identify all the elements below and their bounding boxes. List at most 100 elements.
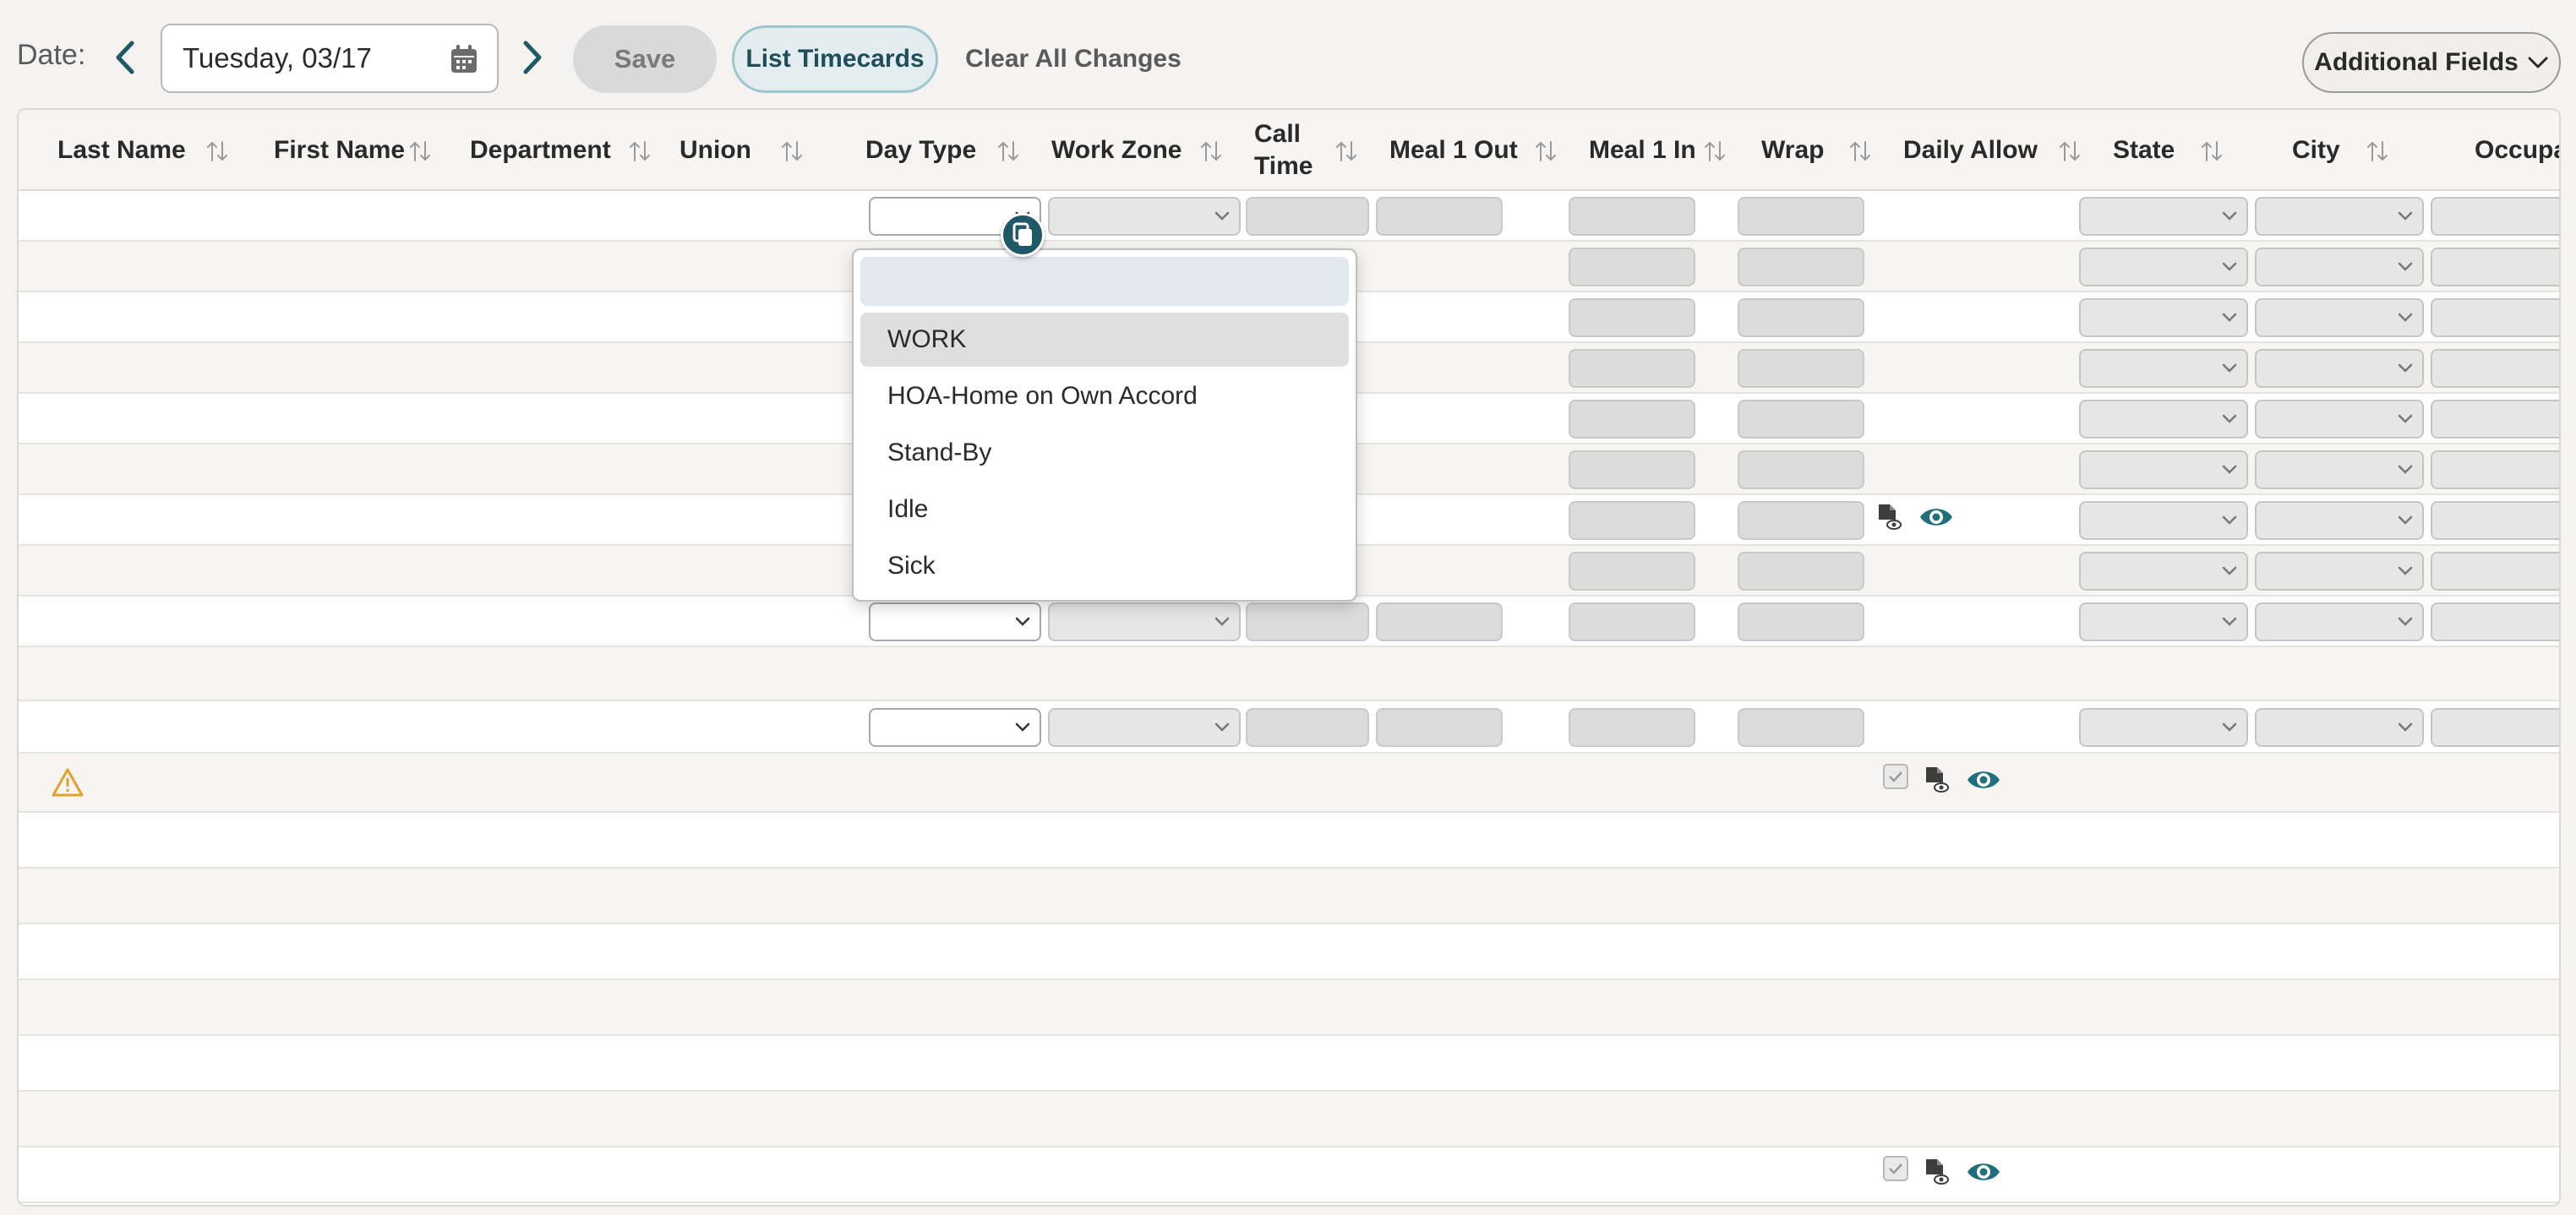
- call-time-field[interactable]: [1246, 602, 1369, 641]
- city-select[interactable]: [2255, 298, 2424, 337]
- column-header-union[interactable]: Union: [679, 110, 802, 191]
- eye-icon[interactable]: [1918, 503, 1954, 531]
- state-select[interactable]: [2079, 197, 2248, 236]
- wrap-field[interactable]: [1738, 400, 1864, 439]
- city-select[interactable]: [2255, 450, 2424, 489]
- wrap-field[interactable]: [1738, 349, 1864, 388]
- city-select[interactable]: [2255, 552, 2424, 591]
- occupation-select[interactable]: [2431, 450, 2559, 489]
- city-select[interactable]: [2255, 602, 2424, 641]
- occupation-select[interactable]: [2431, 349, 2559, 388]
- work-zone-select[interactable]: [1048, 197, 1241, 236]
- meal-1-in-field[interactable]: [1569, 298, 1695, 337]
- state-select[interactable]: [2079, 298, 2248, 337]
- state-select[interactable]: [2079, 248, 2248, 286]
- clear-all-changes-button[interactable]: Clear All Changes: [963, 25, 1183, 93]
- column-header-work-zone[interactable]: Work Zone: [1051, 110, 1221, 191]
- call-time-field[interactable]: [1246, 197, 1369, 236]
- occupation-select[interactable]: [2431, 298, 2559, 337]
- column-header-last-name[interactable]: Last Name: [57, 110, 227, 191]
- next-date-button[interactable]: [514, 34, 551, 81]
- state-select[interactable]: [2079, 400, 2248, 439]
- meal-1-in-field[interactable]: [1569, 400, 1695, 439]
- city-select[interactable]: [2255, 400, 2424, 439]
- occupation-select[interactable]: [2431, 501, 2559, 540]
- column-header-meal-1-in[interactable]: Meal 1 In: [1589, 110, 1725, 191]
- meal-1-in-field[interactable]: [1569, 349, 1695, 388]
- wrap-field[interactable]: [1738, 450, 1864, 489]
- city-select[interactable]: [2255, 708, 2424, 747]
- dropdown-option-blank[interactable]: [860, 257, 1349, 306]
- occupation-select[interactable]: [2431, 400, 2559, 439]
- wrap-field[interactable]: [1738, 501, 1864, 540]
- first-name-cell[interactable]: [242, 980, 428, 1034]
- previous-date-button[interactable]: [106, 34, 144, 81]
- city-select[interactable]: [2255, 501, 2424, 540]
- state-select[interactable]: [2079, 501, 2248, 540]
- meal-1-in-field[interactable]: [1569, 708, 1695, 747]
- day-type-select[interactable]: [869, 602, 1041, 641]
- meal-1-in-field[interactable]: [1569, 450, 1695, 489]
- occupation-select[interactable]: [2431, 248, 2559, 286]
- eye-icon[interactable]: [1966, 766, 2001, 794]
- meal-1-out-field[interactable]: [1376, 197, 1503, 236]
- dropdown-option-hoa-home-on-own-accord[interactable]: HOA-Home on Own Accord: [860, 369, 1349, 423]
- meal-1-in-field[interactable]: [1569, 248, 1695, 286]
- document-eye-icon[interactable]: [1924, 1158, 1949, 1186]
- state-select[interactable]: [2079, 552, 2248, 591]
- column-header-occupation[interactable]: Occupation: [2475, 110, 2559, 191]
- wrap-field[interactable]: [1738, 197, 1864, 236]
- dropdown-option-stand-by[interactable]: Stand-By: [860, 426, 1349, 480]
- daily-allow-checkbox[interactable]: [1883, 764, 1908, 789]
- save-button[interactable]: Save: [573, 25, 717, 93]
- column-header-wrap[interactable]: Wrap: [1761, 110, 1870, 191]
- copy-down-button[interactable]: [1001, 213, 1045, 257]
- day-type-select[interactable]: [869, 708, 1041, 747]
- column-header-state[interactable]: State: [2113, 110, 2222, 191]
- column-header-day-type[interactable]: Day Type: [865, 110, 1018, 191]
- call-time-field[interactable]: [1246, 708, 1369, 747]
- first-name-cell[interactable]: [242, 754, 428, 811]
- wrap-field[interactable]: [1738, 708, 1864, 747]
- state-select[interactable]: [2079, 450, 2248, 489]
- dropdown-option-sick[interactable]: Sick: [860, 539, 1349, 593]
- calendar-icon[interactable]: [450, 44, 478, 74]
- meal-1-out-field[interactable]: [1376, 602, 1503, 641]
- state-select[interactable]: [2079, 602, 2248, 641]
- meal-1-in-field[interactable]: [1569, 552, 1695, 591]
- wrap-field[interactable]: [1738, 298, 1864, 337]
- occupation-select[interactable]: [2431, 552, 2559, 591]
- date-picker-input[interactable]: Tuesday, 03/17: [161, 24, 499, 93]
- column-header-department[interactable]: Department: [470, 110, 650, 191]
- meal-1-in-field[interactable]: [1569, 602, 1695, 641]
- document-eye-icon[interactable]: [1924, 766, 1949, 794]
- city-select[interactable]: [2255, 349, 2424, 388]
- state-select[interactable]: [2079, 708, 2248, 747]
- document-eye-icon[interactable]: [1876, 503, 1902, 531]
- additional-fields-button[interactable]: Additional Fields: [2302, 32, 2561, 93]
- dropdown-option-work[interactable]: WORK: [860, 313, 1349, 367]
- daily-allow-checkbox[interactable]: [1883, 1156, 1908, 1181]
- first-name-cell[interactable]: [242, 924, 428, 978]
- column-header-daily-allow[interactable]: Daily Allow: [1903, 110, 2080, 191]
- first-name-cell[interactable]: [242, 1036, 428, 1090]
- state-select[interactable]: [2079, 349, 2248, 388]
- eye-icon[interactable]: [1966, 1158, 2001, 1186]
- city-select[interactable]: [2255, 197, 2424, 236]
- dropdown-option-idle[interactable]: Idle: [860, 482, 1349, 537]
- wrap-field[interactable]: [1738, 552, 1864, 591]
- occupation-select[interactable]: [2431, 602, 2559, 641]
- first-name-cell[interactable]: [242, 869, 428, 923]
- column-header-meal-1-out[interactable]: Meal 1 Out: [1389, 110, 1556, 191]
- first-name-cell[interactable]: [242, 647, 428, 700]
- meal-1-in-field[interactable]: [1569, 197, 1695, 236]
- work-zone-select[interactable]: [1048, 708, 1241, 747]
- city-select[interactable]: [2255, 248, 2424, 286]
- wrap-field[interactable]: [1738, 248, 1864, 286]
- column-header-city[interactable]: City: [2292, 110, 2388, 191]
- column-header-first-name[interactable]: First Name: [274, 110, 430, 191]
- first-name-cell[interactable]: [242, 1147, 428, 1201]
- work-zone-select[interactable]: [1048, 602, 1241, 641]
- meal-1-out-field[interactable]: [1376, 708, 1503, 747]
- first-name-cell[interactable]: [242, 1092, 428, 1146]
